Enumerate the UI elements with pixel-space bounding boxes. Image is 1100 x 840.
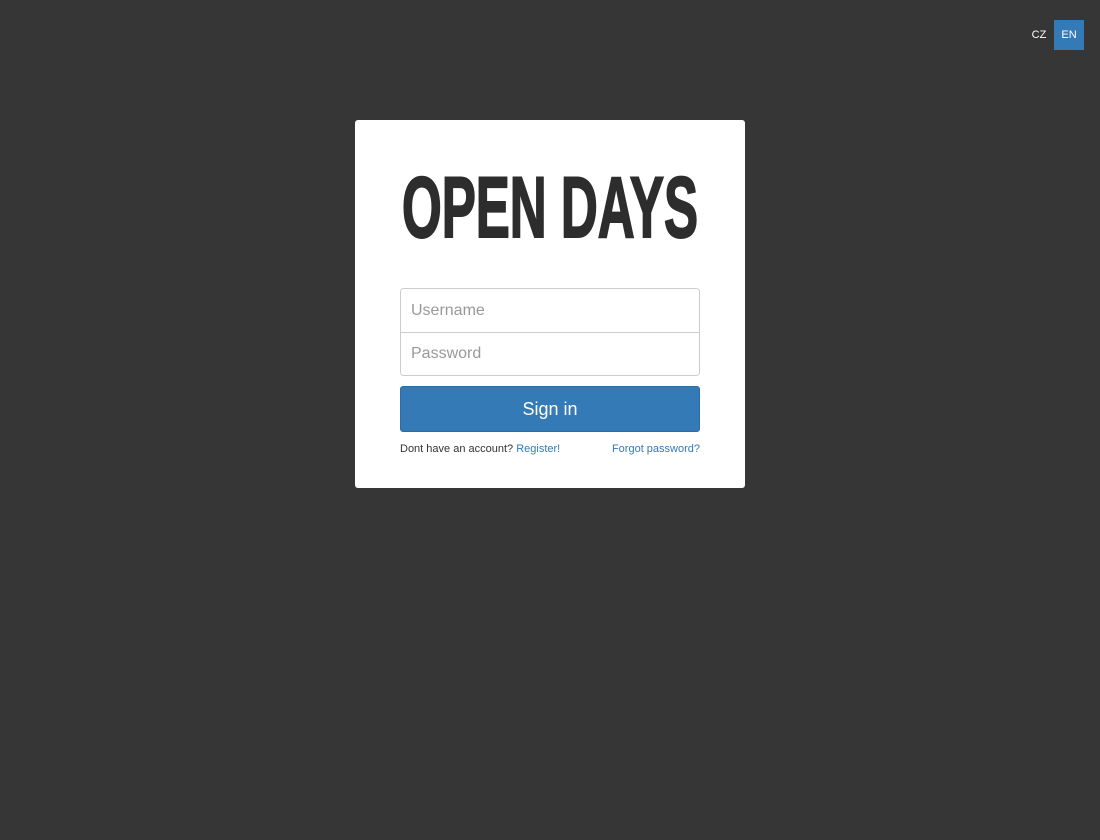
login-card: OPEN DAYS Sign in Dont have an account? … xyxy=(355,120,745,488)
credentials-group xyxy=(400,288,700,376)
register-prompt: Dont have an account? Register! xyxy=(400,443,560,455)
username-input[interactable] xyxy=(401,289,699,332)
forgot-password-link[interactable]: Forgot password? xyxy=(612,443,700,455)
logo: OPEN DAYS xyxy=(400,172,700,244)
language-option-cz[interactable]: CZ xyxy=(1024,20,1054,50)
login-form: Sign in Dont have an account? Register! … xyxy=(400,288,700,455)
login-footer: Dont have an account? Register! Forgot p… xyxy=(400,443,700,455)
register-link[interactable]: Register! xyxy=(516,443,560,455)
no-account-text: Dont have an account? xyxy=(400,443,514,455)
sign-in-button[interactable]: Sign in xyxy=(400,386,700,432)
language-switcher: CZ EN xyxy=(1024,20,1084,50)
password-input[interactable] xyxy=(401,332,699,375)
logo-text: OPEN DAYS xyxy=(402,172,698,244)
language-option-en[interactable]: EN xyxy=(1054,20,1084,50)
logo-image: OPEN DAYS xyxy=(401,172,699,244)
